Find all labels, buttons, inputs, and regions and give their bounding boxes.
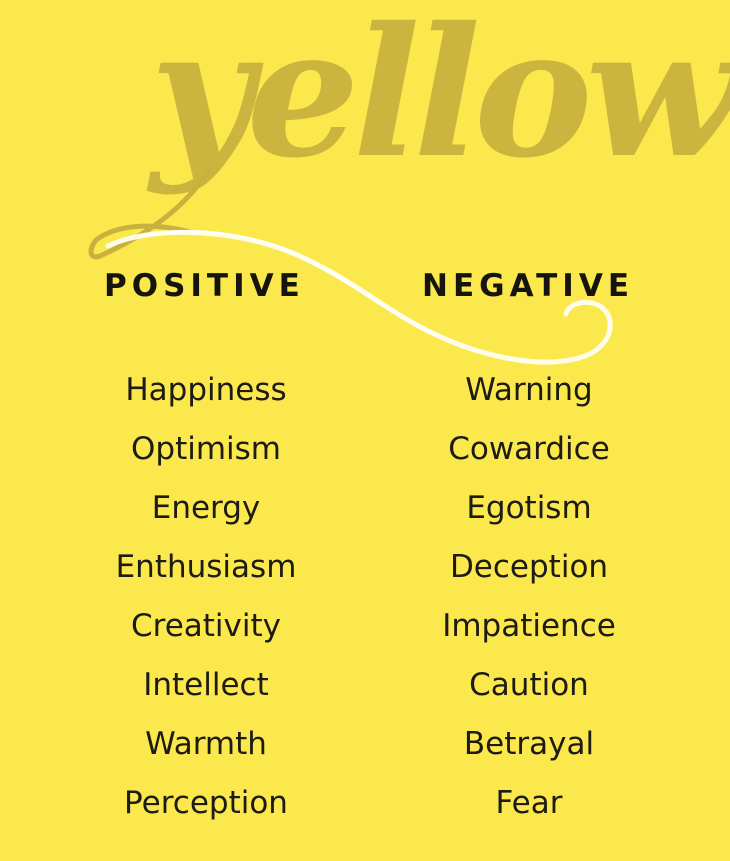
positive-item: Optimism	[130, 431, 281, 467]
positive-item: Creativity	[130, 608, 281, 644]
positive-item: Enthusiasm	[115, 549, 297, 585]
positive-item: Happiness	[125, 372, 287, 408]
negative-item: Betrayal	[463, 726, 595, 762]
negative-item: Impatience	[442, 608, 616, 644]
positive-list: Happiness Optimism Energy Enthusiasm Cre…	[66, 361, 346, 833]
positive-header: POSITIVE	[104, 268, 305, 304]
negative-header: NEGATIVE	[422, 268, 634, 304]
negative-item: Fear	[495, 785, 563, 821]
negative-item: Egotism	[466, 490, 592, 526]
positive-item: Energy	[151, 490, 261, 526]
negative-list: Warning Cowardice Egotism Deception Impa…	[389, 361, 669, 833]
positive-item: Perception	[124, 785, 288, 821]
negative-item: Caution	[469, 667, 589, 703]
negative-item: Warning	[465, 372, 593, 408]
negative-item: Deception	[449, 549, 609, 585]
positive-item: Intellect	[143, 667, 269, 703]
page: yellow POSITIVE NEGATIVE Happiness Optim…	[0, 0, 730, 861]
negative-item: Cowardice	[448, 431, 610, 467]
positive-item: Warmth	[145, 726, 267, 762]
script-title: yellow	[146, 0, 730, 197]
